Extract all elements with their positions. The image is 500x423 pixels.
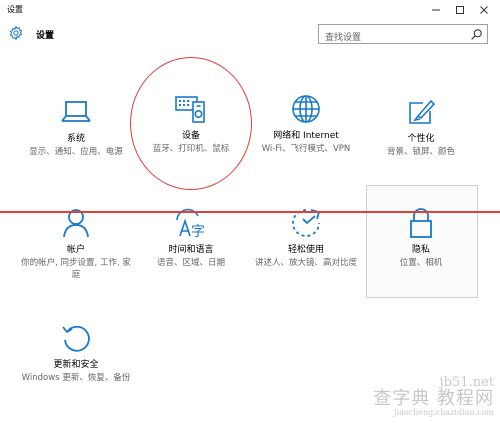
devices-icon: [175, 96, 205, 123]
tile-accounts[interactable]: 帐户 你的帐户, 同步设置, 工作, 家庭: [21, 206, 131, 281]
app-title: 设置: [36, 31, 55, 41]
globe-icon: [292, 95, 320, 123]
tile-label: 更新和安全: [53, 360, 99, 370]
update-icon: [62, 325, 90, 352]
tile-system[interactable]: 系统 显示、通知、应用、电源: [21, 95, 131, 158]
tile-description: 背景、锁屏、颜色: [386, 147, 455, 157]
window-title: 设置: [7, 5, 23, 14]
maximize-button[interactable]: [448, 0, 472, 20]
tile-ease-of-access[interactable]: 轻松使用 讲述人、放大镜、高对比度: [251, 206, 361, 269]
tile-label: 系统: [66, 134, 85, 144]
tile-devices[interactable]: 设备 蓝牙、打印机、鼠标: [136, 92, 246, 155]
watermark-brand: 查字典 教程网: [373, 388, 494, 409]
search-icon[interactable]: [470, 28, 483, 41]
tile-description: 讲述人、放大镜、高对比度: [254, 258, 357, 268]
title-bar: 设置: [0, 0, 500, 20]
tile-label: 个性化: [407, 134, 435, 144]
laptop-icon: [61, 101, 91, 122]
tile-personalization[interactable]: 个性化 背景、锁屏、颜色: [366, 95, 476, 158]
search-input[interactable]: [319, 29, 459, 47]
tile-label: 网络和 Internet: [273, 131, 339, 141]
tile-time-language[interactable]: 字 时间和语言 语音、区域、日期: [136, 206, 246, 269]
svg-text:字: 字: [191, 224, 205, 240]
minimize-button[interactable]: [424, 0, 448, 20]
person-icon: [63, 209, 89, 238]
tile-label: 轻松使用: [287, 245, 324, 255]
watermark-url: jiaocheng.chazidian.com: [393, 408, 494, 417]
paint-icon: [409, 99, 436, 124]
tile-description: Windows 更新、恢复、备份: [21, 373, 131, 383]
tile-description: 显示、通知、应用、电源: [29, 147, 123, 157]
lock-icon: [410, 208, 432, 238]
tile-description: 蓝牙、打印机、鼠标: [152, 144, 230, 154]
gear-icon: [9, 25, 23, 41]
tile-description: 位置、相机: [399, 258, 443, 268]
tile-label: 隐私: [411, 245, 430, 255]
tile-privacy[interactable]: 隐私 位置、相机: [366, 206, 476, 269]
tile-label: 时间和语言: [168, 245, 214, 255]
time-language-icon: 字: [176, 208, 205, 240]
search-box[interactable]: [318, 24, 488, 47]
maximize-icon: [456, 6, 464, 14]
tile-label: 帐户: [66, 245, 85, 255]
close-icon: [480, 6, 488, 14]
minimize-icon: [432, 9, 440, 11]
close-button[interactable]: [472, 0, 496, 20]
ease-of-access-icon: [292, 209, 321, 237]
tile-network[interactable]: 网络和 Internet Wi-Fi、飞行模式、VPN: [251, 92, 361, 155]
tile-update-security[interactable]: 更新和安全 Windows 更新、恢复、备份: [21, 321, 131, 384]
tile-description: 你的帐户, 同步设置, 工作, 家庭: [21, 258, 131, 280]
watermark: jb51.net 查字典 教程网 jiaocheng.chazidian.com: [373, 376, 494, 418]
tile-description: 语音、区域、日期: [156, 258, 225, 268]
tile-label: 设备: [181, 131, 200, 141]
tile-description: Wi-Fi、飞行模式、VPN: [261, 144, 351, 154]
